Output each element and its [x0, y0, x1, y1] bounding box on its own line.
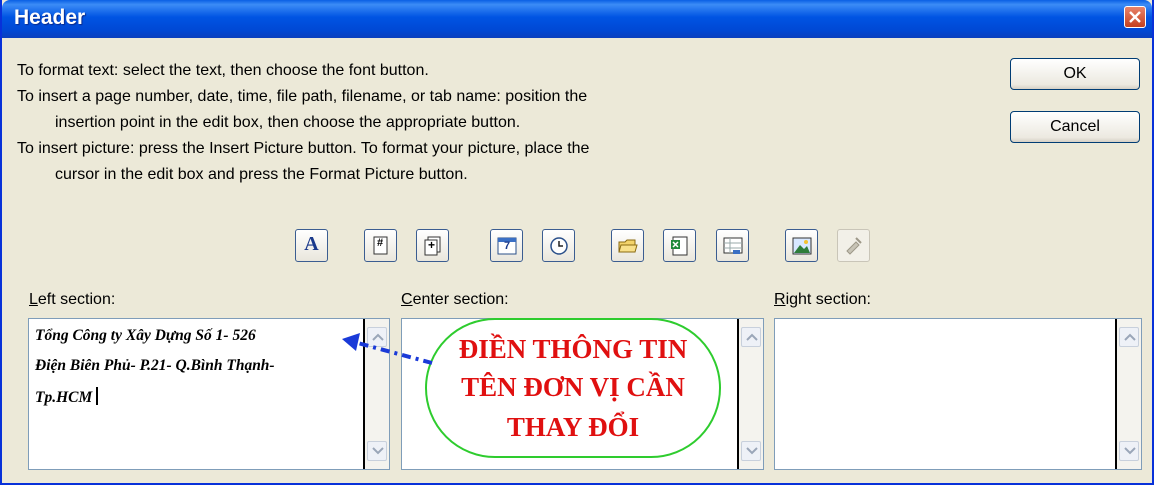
scroll-down-button[interactable]: [1119, 441, 1139, 461]
right-section-label: Right section:: [774, 291, 871, 308]
sheet-name-icon: [723, 237, 743, 254]
annotation-line: TÊN ĐƠN VỊ CẦN: [461, 372, 685, 402]
total-pages-glyph: +: [428, 238, 436, 252]
total-pages-button[interactable]: +: [416, 229, 449, 262]
chevron-down-icon: [746, 447, 758, 455]
cancel-button[interactable]: Cancel: [1010, 111, 1140, 143]
close-icon: [1129, 11, 1141, 23]
sheet-name-button[interactable]: [716, 229, 749, 262]
left-text-line: Điện Biên Phủ- P.21- Q.Bình Thạnh-: [35, 357, 275, 374]
header-dialog: Header To format text: select the text, …: [0, 0, 1154, 485]
time-icon: [550, 237, 568, 255]
chevron-up-icon: [1124, 333, 1136, 341]
date-glyph: 7: [504, 240, 511, 252]
scroll-up-button[interactable]: [1119, 327, 1139, 347]
page-number-glyph: #: [377, 237, 384, 249]
filename-button[interactable]: [663, 229, 696, 262]
page-number-button[interactable]: #: [364, 229, 397, 262]
insert-picture-icon: [792, 237, 812, 255]
annotation-line: ĐIỀN THÔNG TIN: [458, 334, 688, 364]
file-path-icon: [618, 239, 638, 253]
title-bar: Header: [2, 0, 1152, 38]
instruction-line: cursor in the edit box and press the For…: [55, 166, 468, 183]
chevron-up-icon: [746, 333, 758, 341]
right-scrollbar[interactable]: [1115, 319, 1141, 469]
filename-icon: [671, 236, 688, 256]
file-path-button[interactable]: [611, 229, 644, 262]
format-picture-icon: [846, 237, 862, 255]
insert-picture-button[interactable]: [785, 229, 818, 262]
annotation-arrow: [342, 333, 433, 365]
font-icon: A: [304, 233, 319, 255]
instruction-line: To format text: select the text, then ch…: [17, 62, 429, 79]
dialog-title: Header: [14, 6, 86, 29]
chevron-down-icon: [372, 447, 384, 455]
time-button[interactable]: [542, 229, 575, 262]
right-section-edit-box[interactable]: [774, 318, 1142, 470]
left-section-label: Left section:: [29, 291, 116, 308]
annotation-line: THAY ĐỔI: [506, 412, 640, 442]
scroll-up-button[interactable]: [741, 327, 761, 347]
instruction-line: insertion point in the edit box, then ch…: [55, 114, 521, 131]
left-text-line: Tp.HCM: [35, 387, 99, 407]
center-section-label: Center section:: [401, 291, 509, 308]
instruction-line: To insert a page number, date, time, fil…: [17, 88, 588, 105]
center-scrollbar[interactable]: [737, 319, 763, 469]
scroll-down-button[interactable]: [741, 441, 761, 461]
ok-button[interactable]: OK: [1010, 58, 1140, 90]
date-button[interactable]: 7: [490, 229, 523, 262]
instruction-line: To insert picture: press the Insert Pict…: [17, 140, 590, 157]
text-cursor: [96, 387, 99, 405]
font-button[interactable]: A: [295, 229, 328, 262]
left-text-line: Tổng Công ty Xây Dựng Số 1- 526: [35, 327, 256, 344]
annotation-bubble: ĐIỀN THÔNG TIN TÊN ĐƠN VỊ CẦN THAY ĐỔI: [425, 318, 721, 458]
format-picture-button[interactable]: [837, 229, 870, 262]
scroll-down-button[interactable]: [367, 441, 387, 461]
close-button[interactable]: [1124, 6, 1146, 28]
chevron-down-icon: [1124, 447, 1136, 455]
